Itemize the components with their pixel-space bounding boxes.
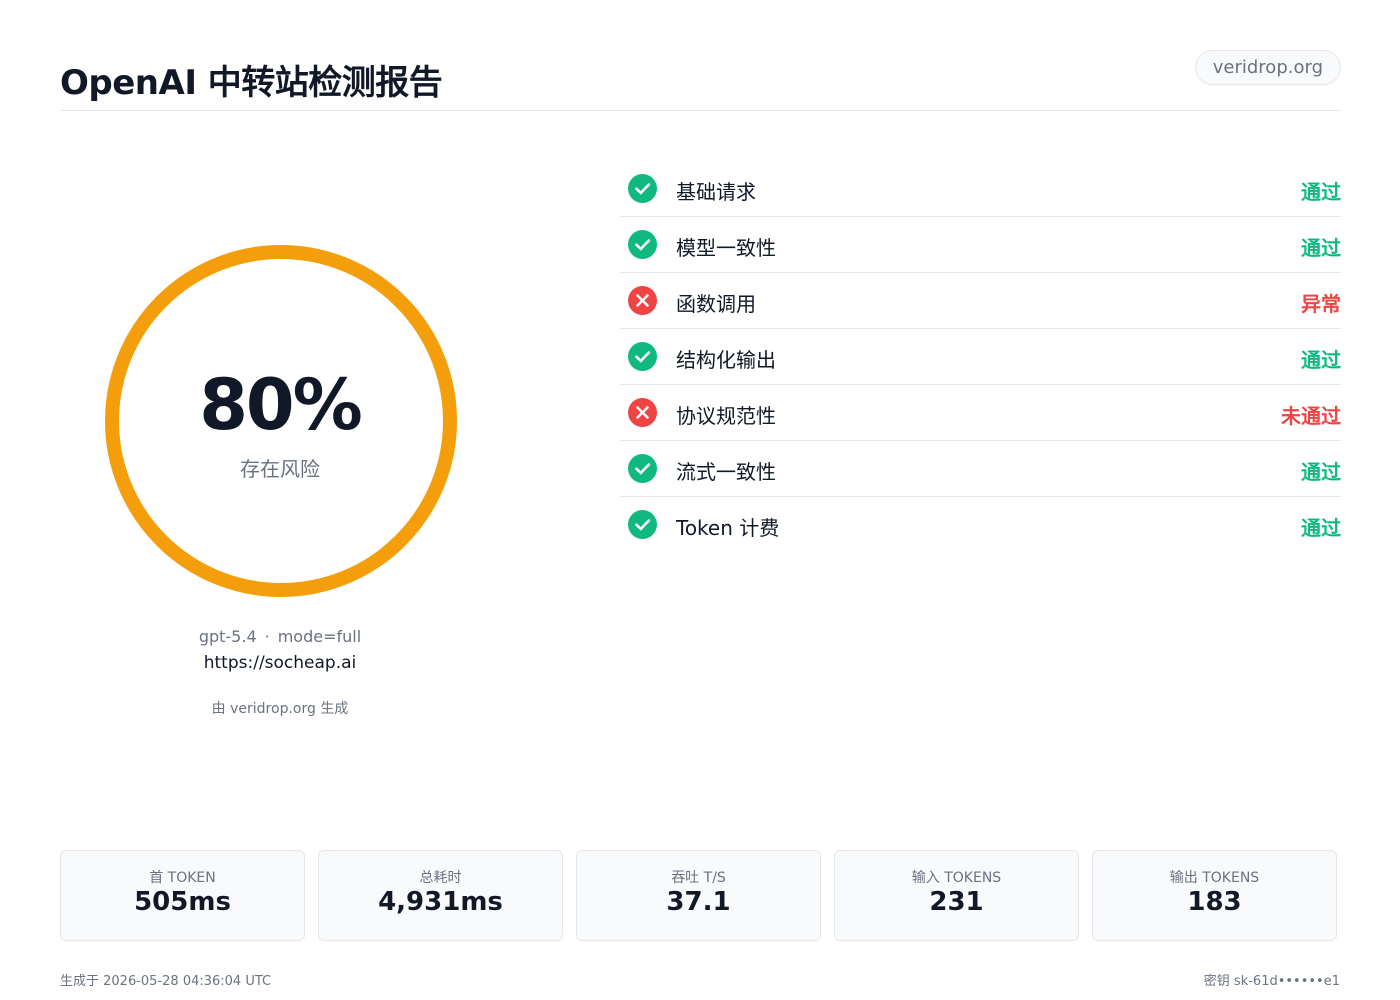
stat-label: 输入 TOKENS	[911, 870, 1002, 886]
check-icon	[628, 454, 657, 483]
stat-value: 183	[1187, 887, 1242, 917]
check-label: 协议规范性	[676, 404, 776, 428]
meta-separator: ·	[264, 627, 270, 646]
check-row: 函数调用 异常	[620, 273, 1341, 329]
check-status: 通过	[1301, 180, 1341, 204]
stat-value: 4,931ms	[378, 887, 503, 917]
generator-credit: 由 veridrop.org 生成	[211, 701, 349, 717]
stat-label: 总耗时	[419, 870, 462, 886]
check-label: 函数调用	[676, 292, 756, 316]
check-row: 基础请求 通过	[620, 161, 1341, 217]
check-row: 结构化输出 通过	[620, 329, 1341, 385]
stat-card-input-tokens: 输入 TOKENS 231	[834, 850, 1079, 941]
check-label: 模型一致性	[676, 236, 776, 260]
check-icon	[628, 230, 657, 259]
api-key-masked: 密钥 sk-61d••••••e1	[1203, 974, 1340, 989]
stats-row: 首 TOKEN 505ms 总耗时 4,931ms 吞吐 T/S 37.1 输入…	[60, 850, 1341, 941]
target-url[interactable]: https://socheap.ai	[60, 653, 500, 673]
check-label: Token 计费	[676, 516, 780, 540]
check-label: 结构化输出	[676, 348, 776, 372]
report-header: OpenAI 中转站检测报告 veridrop.org	[60, 50, 1341, 111]
check-icon	[628, 342, 657, 371]
stat-value: 37.1	[666, 887, 731, 917]
stat-label: 首 TOKEN	[149, 870, 216, 886]
stat-value: 505ms	[134, 887, 231, 917]
stat-card-output-tokens: 输出 TOKENS 183	[1092, 850, 1337, 941]
model-name: gpt-5.4	[198, 627, 257, 646]
check-status: 通过	[1301, 516, 1341, 540]
check-status: 未通过	[1281, 404, 1341, 428]
check-status: 通过	[1301, 348, 1341, 372]
check-row: Token 计费 通过	[620, 497, 1341, 553]
x-icon	[628, 398, 657, 427]
generated-timestamp: 生成于 2026-05-28 04:36:04 UTC	[60, 974, 272, 989]
check-status: 通过	[1301, 236, 1341, 260]
check-label: 基础请求	[676, 180, 756, 204]
x-icon	[628, 286, 657, 315]
domain-badge[interactable]: veridrop.org	[1194, 50, 1341, 85]
check-icon	[628, 510, 657, 539]
check-row: 协议规范性 未通过	[620, 385, 1341, 441]
score-value: 80%	[199, 364, 363, 446]
stat-label: 吞吐 T/S	[671, 870, 726, 886]
score-label: 存在风险	[240, 457, 320, 481]
stat-card-throughput: 吞吐 T/S 37.1	[576, 850, 821, 941]
stat-label: 输出 TOKENS	[1169, 870, 1260, 886]
stat-value: 231	[929, 887, 984, 917]
check-icon	[628, 174, 657, 203]
stat-card-first-token: 首 TOKEN 505ms	[60, 850, 305, 941]
page-title: OpenAI 中转站检测报告	[60, 63, 443, 103]
mode-value: mode=full	[277, 627, 362, 646]
check-row: 流式一致性 通过	[620, 441, 1341, 497]
check-label: 流式一致性	[676, 460, 776, 484]
model-meta: gpt-5.4 · mode=full	[60, 627, 500, 646]
check-row: 模型一致性 通过	[620, 217, 1341, 273]
score-panel: 80% 存在风险 gpt-5.4 · mode=full https://soche…	[60, 150, 500, 750]
check-status: 异常	[1301, 292, 1341, 316]
check-status: 通过	[1301, 460, 1341, 484]
check-list: 基础请求 通过 模型一致性 通过 函数调用 异常 结构化输出 通过 协议规范性 …	[620, 161, 1341, 553]
stat-card-total-time: 总耗时 4,931ms	[318, 850, 563, 941]
